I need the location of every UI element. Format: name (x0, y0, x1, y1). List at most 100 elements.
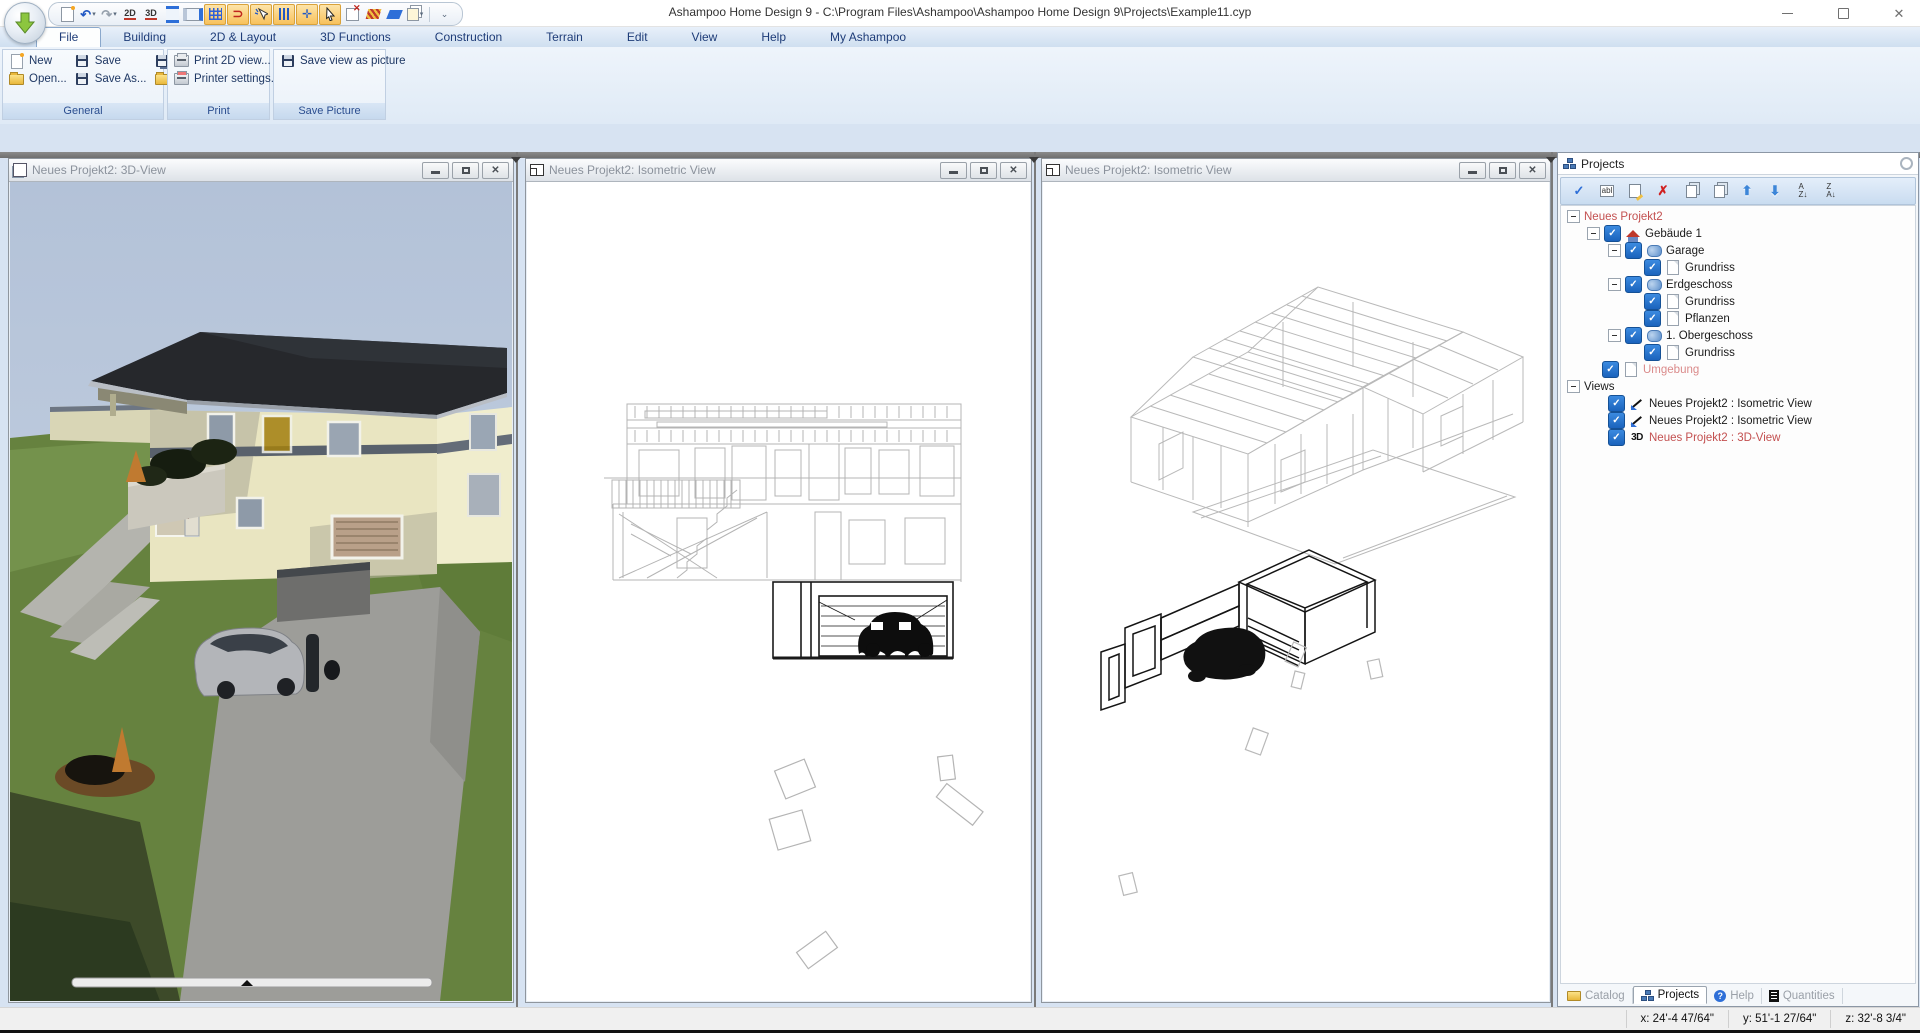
duplicate-icon[interactable] (1707, 181, 1731, 201)
checkbox[interactable]: ✓ (1625, 276, 1642, 293)
panel-pin-icon[interactable] (1900, 157, 1913, 170)
checkbox[interactable]: ✓ (1625, 242, 1642, 259)
collapse-icon[interactable] (1567, 380, 1580, 393)
child-window-titlebar[interactable]: Neues Projekt2: Isometric View ✕ (526, 159, 1031, 182)
checkbox[interactable]: ✓ (1608, 395, 1625, 412)
checkbox[interactable]: ✓ (1625, 327, 1642, 344)
menu-item-save-view-as-picture[interactable]: Save view as picture (278, 52, 411, 70)
mdi-splitter-1[interactable] (516, 152, 518, 1007)
2d-view-icon[interactable]: 2D (120, 5, 140, 24)
tab-help[interactable]: ?Help (1707, 988, 1762, 1004)
collapse-icon[interactable] (1608, 329, 1621, 342)
tab-3d-functions[interactable]: 3D Functions (298, 28, 413, 47)
properties-icon[interactable] (1623, 181, 1647, 201)
checkbox[interactable]: ✓ (1644, 310, 1661, 327)
tree-item-isometric-view[interactable]: ✓Neues Projekt2 : Isometric View (1561, 412, 1915, 429)
tab-edit[interactable]: Edit (605, 28, 670, 47)
mdi-splitter-2[interactable] (1034, 152, 1036, 1007)
elevation-viewport[interactable] (527, 182, 1030, 1001)
child-minimize-button[interactable] (1459, 162, 1486, 179)
move-down-icon[interactable]: ⬇ (1763, 181, 1787, 201)
select-rays-icon[interactable] (250, 4, 272, 25)
move-up-icon[interactable]: ⬆ (1735, 181, 1759, 201)
collapse-icon[interactable] (1587, 227, 1600, 240)
checkbox[interactable]: ✓ (1644, 259, 1661, 276)
tab-help[interactable]: Help (739, 28, 808, 47)
overflow-icon[interactable]: ⌄ (434, 5, 454, 24)
cursor-icon[interactable] (319, 4, 341, 25)
undo-icon[interactable]: ↶▾ (78, 5, 98, 24)
redo-icon[interactable]: ↷▾ (99, 5, 119, 24)
parallel-lines-icon[interactable] (273, 4, 295, 25)
child-restore-button[interactable] (452, 162, 479, 179)
tree-item-obergeschoss[interactable]: ✓1. Obergeschoss (1561, 327, 1915, 344)
tab-view[interactable]: View (670, 28, 740, 47)
child-minimize-button[interactable] (940, 162, 967, 179)
3d-view-icon[interactable]: 3D (141, 5, 161, 24)
child-window-titlebar[interactable]: Neues Projekt2: 3D-View ✕ (9, 159, 513, 182)
checkbox[interactable]: ✓ (1608, 412, 1625, 429)
tab-projects[interactable]: Projects (1633, 986, 1708, 1004)
tab-quantities[interactable]: Quantities (1762, 988, 1843, 1004)
tree-item-isometric-view[interactable]: ✓Neues Projekt2 : Isometric View (1561, 395, 1915, 412)
menu-item-save-as[interactable]: Save As... (73, 70, 153, 88)
close-button[interactable]: ✕ (1886, 3, 1912, 23)
child-close-button[interactable]: ✕ (482, 162, 509, 179)
surface-icon[interactable] (384, 5, 404, 24)
sort-za-icon[interactable]: ZA↓ (1819, 181, 1843, 201)
tree-item-grundriss[interactable]: ✓Grundriss (1561, 293, 1915, 310)
copy-icon[interactable]: ▾ (405, 5, 425, 24)
tree-item-grundriss[interactable]: ✓Grundriss (1561, 259, 1915, 276)
tree-item-3d-view[interactable]: ✓3DNeues Projekt2 : 3D-View (1561, 429, 1915, 446)
title-bar[interactable]: ↶▾ ↷▾ 2D 3D ⊃ ✛ ▾ ⌄ Ashampoo Home Design… (0, 0, 1920, 27)
child-close-button[interactable]: ✕ (1000, 162, 1027, 179)
tree-item-building[interactable]: ✓Gebäude 1 (1561, 225, 1915, 242)
child-restore-button[interactable] (970, 162, 997, 179)
3d-viewport[interactable] (10, 182, 512, 1001)
grid-icon[interactable] (204, 4, 226, 25)
split-horizontal-icon[interactable] (162, 5, 182, 24)
sort-az-icon[interactable]: AZ↓ (1791, 181, 1815, 201)
tree-item-umgebung[interactable]: ✓Umgebung (1561, 361, 1915, 378)
mdi-splitter-3[interactable] (1551, 152, 1553, 1007)
minimize-button[interactable] (1774, 3, 1800, 23)
roof-texture-icon[interactable] (363, 5, 383, 24)
rename-icon[interactable]: abl (1595, 181, 1619, 201)
tab-terrain[interactable]: Terrain (524, 28, 605, 47)
collapse-icon[interactable] (1608, 278, 1621, 291)
delete-icon[interactable]: ✗ (1651, 181, 1675, 201)
checkbox[interactable]: ✓ (1644, 293, 1661, 310)
child-close-button[interactable]: ✕ (1519, 162, 1546, 179)
menu-item-new[interactable]: New (7, 52, 73, 70)
delete-box-icon[interactable] (342, 5, 362, 24)
menu-item-printer-settings[interactable]: Printer settings... (172, 70, 286, 88)
checkbox[interactable]: ✓ (1644, 344, 1661, 361)
tab-my-ashampoo[interactable]: My Ashampoo (808, 28, 928, 47)
tab-building[interactable]: Building (101, 28, 188, 47)
split-vertical-icon[interactable] (183, 5, 203, 24)
new-icon[interactable] (57, 5, 77, 24)
walkthrough-slider[interactable] (72, 978, 432, 987)
tab-2d-layout[interactable]: 2D & Layout (188, 28, 298, 47)
child-restore-button[interactable] (1489, 162, 1516, 179)
copy-item-icon[interactable] (1679, 181, 1703, 201)
restore-button[interactable] (1830, 3, 1856, 23)
tree-item-grundriss[interactable]: ✓Grundriss (1561, 344, 1915, 361)
tab-file[interactable]: File (36, 27, 101, 47)
tree-item-pflanzen[interactable]: ✓Pflanzen (1561, 310, 1915, 327)
confirm-icon[interactable]: ✓ (1567, 181, 1591, 201)
snap-magnet-icon[interactable]: ⊃ (227, 4, 249, 25)
collapse-icon[interactable] (1567, 210, 1580, 223)
tree-item-garage[interactable]: ✓Garage (1561, 242, 1915, 259)
isometric-viewport[interactable] (1043, 182, 1549, 1001)
child-window-titlebar[interactable]: Neues Projekt2: Isometric View ✕ (1042, 159, 1550, 182)
tab-construction[interactable]: Construction (413, 28, 524, 47)
tab-catalog[interactable]: Catalog (1560, 988, 1633, 1004)
child-minimize-button[interactable] (422, 162, 449, 179)
menu-item-save[interactable]: Save (73, 52, 153, 70)
checkbox[interactable]: ✓ (1604, 225, 1621, 242)
tree-item-views[interactable]: Views (1561, 378, 1915, 395)
crosshair-icon[interactable]: ✛ (296, 4, 318, 25)
tree-item-project[interactable]: Neues Projekt2 (1561, 208, 1915, 225)
collapse-icon[interactable] (1608, 244, 1621, 257)
